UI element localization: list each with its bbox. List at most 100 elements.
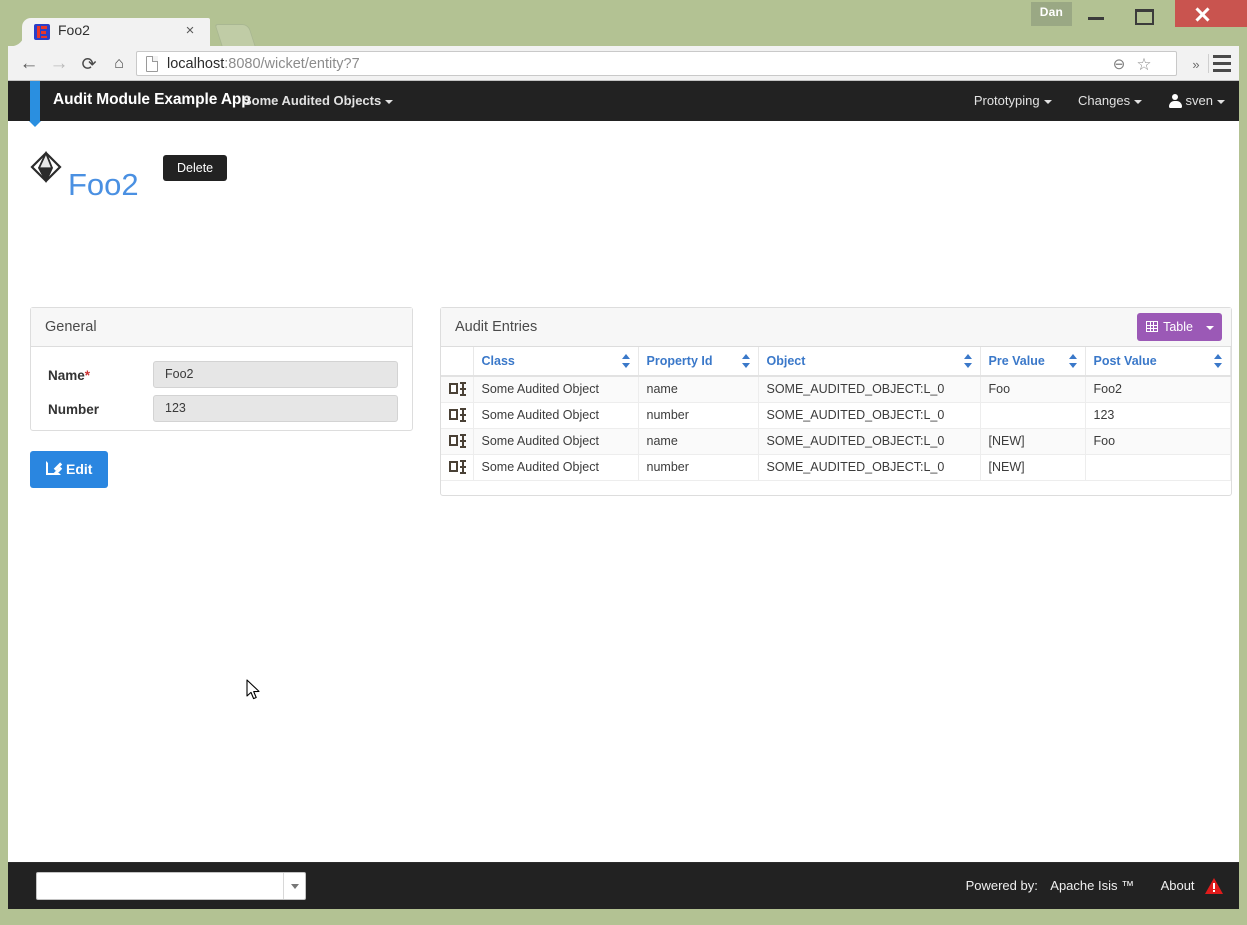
pencil-edit-icon <box>46 461 61 475</box>
app-navbar: Audit Module Example App Some Audited Ob… <box>8 81 1239 127</box>
entity-link-icon[interactable] <box>441 454 474 481</box>
chevron-down-icon <box>1043 99 1052 104</box>
nav-menu-user[interactable]: sven <box>1168 93 1225 108</box>
column-header-property-id[interactable]: Property Id <box>638 347 759 377</box>
table-header-row: Class Property Id Object Pre Value Post … <box>441 347 1231 377</box>
browser-tab-title: Foo2 <box>58 22 90 38</box>
property-row-number: Number 123 <box>31 395 412 424</box>
browser-tabstrip: Foo2 × <box>0 14 1247 47</box>
navbar-right-menus: Prototyping Changes sven <box>952 93 1225 111</box>
sort-icon[interactable] <box>1214 354 1223 368</box>
new-tab-button[interactable] <box>214 24 256 46</box>
back-icon[interactable]: ← <box>18 53 40 75</box>
sort-icon[interactable] <box>741 354 751 368</box>
cell-object: SOME_AUDITED_OBJECT:L_0 <box>758 376 981 403</box>
nav-menu-prototyping[interactable]: Prototyping <box>974 93 1052 108</box>
cell-pre-value: [NEW] <box>980 428 1086 455</box>
edit-button-label: Edit <box>66 461 93 477</box>
cell-property-id: number <box>638 402 759 429</box>
entity-header: Foo2 Delete <box>8 121 1239 206</box>
table-row[interactable]: Some Audited Object number SOME_AUDITED_OB… <box>441 454 1231 481</box>
audit-table-body: Some Audited Object name SOME_AUDITED_OBJE… <box>441 376 1231 481</box>
property-value-name: Foo2 <box>153 361 398 388</box>
browser-menu-icon[interactable] <box>1213 55 1231 72</box>
page-footer: Powered by: Apache Isis ™ About <box>8 862 1239 909</box>
audit-panel-heading: Audit Entries Table <box>441 308 1231 347</box>
column-header-class[interactable]: Class <box>473 347 639 377</box>
powered-by-label: Powered by: <box>965 878 1038 894</box>
address-bar-url: localhost:8080/wicket/entity?7 <box>167 55 360 74</box>
forward-icon[interactable]: → <box>48 53 70 75</box>
entity-link-icon[interactable] <box>441 428 474 455</box>
chevron-down-icon <box>385 99 394 104</box>
column-header-object[interactable]: Object <box>758 347 981 377</box>
required-marker: * <box>84 368 91 383</box>
cell-class: Some Audited Object <box>473 428 639 455</box>
audit-entries-panel: Audit Entries Table Class Property Id Ob… <box>440 307 1232 496</box>
nav-menu-some-audited-objects[interactable]: Some Audited Objects <box>243 93 394 111</box>
column-header-pre-value[interactable]: Pre Value <box>980 347 1086 377</box>
entity-link-icon[interactable] <box>441 376 474 403</box>
view-mode-table-dropdown[interactable]: Table <box>1137 313 1222 341</box>
bookmark-star-icon[interactable]: ☆ <box>1134 55 1154 75</box>
edit-button[interactable]: Edit <box>30 451 109 488</box>
general-panel-heading: General <box>31 308 412 347</box>
nav-menu-prototyping-label: Prototyping <box>973 93 1040 108</box>
browser-toolbar: ← → ⟳ ⌂ localhost:8080/wicket/entity?7 ⊖… <box>8 46 1239 81</box>
zoom-out-icon[interactable]: ⊖ <box>1110 56 1128 74</box>
entity-link-icon[interactable] <box>441 402 474 429</box>
framework-link[interactable]: Apache Isis ™ <box>1050 878 1134 893</box>
tab-close-icon[interactable]: × <box>182 23 198 39</box>
chevron-down-icon[interactable] <box>283 873 305 899</box>
cell-post-value: Foo2 <box>1085 376 1231 403</box>
app-brand[interactable]: Audit Module Example App <box>53 91 251 111</box>
property-row-name: Name* Foo2 <box>31 361 412 390</box>
audit-panel-title: Audit Entries <box>455 319 538 335</box>
column-header-post-value[interactable]: Post Value <box>1085 347 1231 377</box>
cell-pre-value: [NEW] <box>980 454 1086 481</box>
table-row[interactable]: Some Audited Object name SOME_AUDITED_OBJE… <box>441 428 1231 455</box>
navbar-accent-marker <box>29 81 41 127</box>
cell-pre-value <box>980 402 1086 429</box>
apache-isis-favicon <box>34 24 50 40</box>
nav-menu-changes-label: Changes <box>1078 93 1131 108</box>
browser-tab[interactable]: Foo2 × <box>11 18 210 47</box>
cell-object: SOME_AUDITED_OBJECT:L_0 <box>758 402 981 429</box>
home-icon[interactable]: ⌂ <box>108 53 130 75</box>
page-viewport: Audit Module Example App Some Audited Ob… <box>8 81 1239 909</box>
sort-icon[interactable] <box>621 354 631 368</box>
chevron-down-icon <box>1217 99 1225 104</box>
property-label-name: Name* <box>48 368 91 383</box>
about-link[interactable]: About <box>1161 878 1195 893</box>
cell-property-id: name <box>638 376 759 403</box>
address-bar[interactable]: localhost:8080/wicket/entity?7 ⊖ ☆ <box>136 51 1177 76</box>
url-path: :8080/wicket/entity?7 <box>224 56 360 72</box>
table-grid-icon <box>1146 321 1159 332</box>
cell-post-value: 123 <box>1085 402 1231 429</box>
column-header-icon <box>441 347 474 377</box>
sort-icon[interactable] <box>963 354 973 368</box>
cell-class: Some Audited Object <box>473 402 639 429</box>
cell-object: SOME_AUDITED_OBJECT:L_0 <box>758 454 981 481</box>
footer-right: Powered by: Apache Isis ™ About <box>966 877 1223 897</box>
sort-icon[interactable] <box>1068 354 1078 368</box>
toolbar-overflow-icon[interactable]: » <box>1189 57 1203 72</box>
cell-class: Some Audited Object <box>473 454 639 481</box>
table-row[interactable]: Some Audited Object name SOME_AUDITED_OBJE… <box>441 376 1231 403</box>
nav-menu-label: Some Audited Objects <box>243 93 382 108</box>
property-label-number: Number <box>48 402 100 417</box>
reload-icon[interactable]: ⟳ <box>78 53 100 75</box>
cell-pre-value: Foo <box>980 376 1086 403</box>
chevron-down-icon <box>1206 325 1214 330</box>
toolbar-divider <box>1208 54 1209 73</box>
audit-entries-table: Class Property Id Object Pre Value Post … <box>441 347 1231 481</box>
nav-menu-changes[interactable]: Changes <box>1078 93 1143 108</box>
warning-triangle-icon[interactable] <box>1205 877 1223 894</box>
chevron-down-icon <box>1134 99 1143 104</box>
delete-button[interactable]: Delete <box>163 155 228 181</box>
cell-property-id: number <box>638 454 759 481</box>
table-row[interactable]: Some Audited Object number SOME_AUDITED_OB… <box>441 402 1231 429</box>
nav-menu-user-label: sven <box>1185 93 1213 108</box>
user-icon <box>1168 94 1182 108</box>
footer-select[interactable] <box>36 872 306 900</box>
